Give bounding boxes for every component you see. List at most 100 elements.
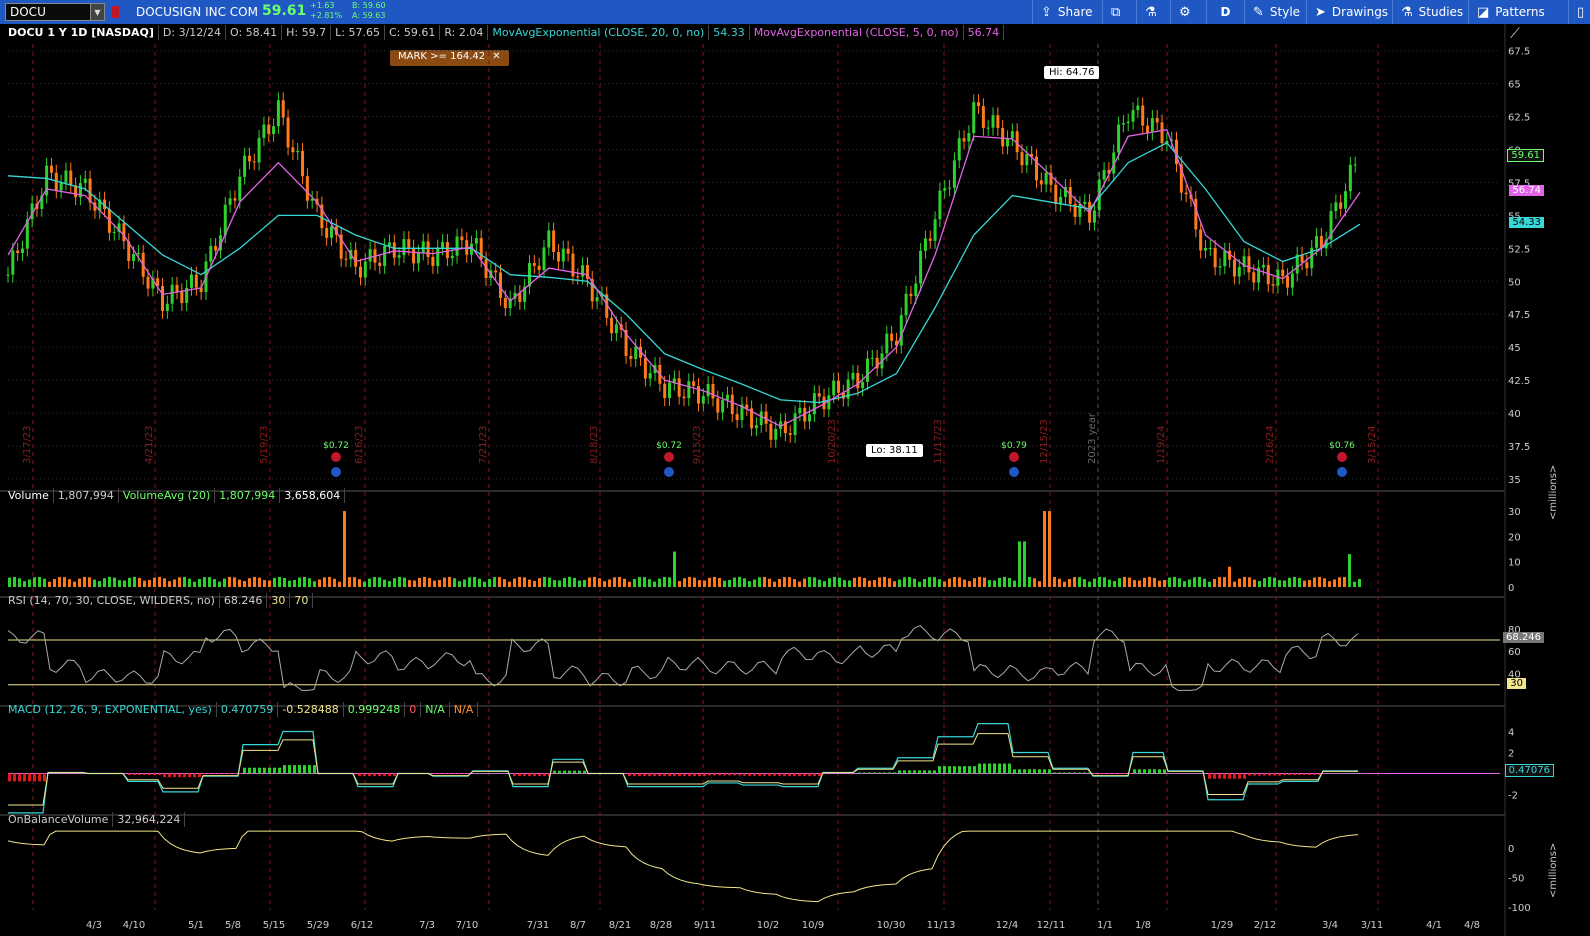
volume-bar	[423, 576, 426, 587]
volume-bar	[1123, 576, 1126, 587]
snapshot-button[interactable]: ⧉	[1102, 0, 1128, 24]
obv-label[interactable]: OnBalanceVolume	[4, 811, 114, 827]
macd-histogram-bar	[273, 767, 276, 774]
price-candle	[20, 248, 24, 253]
volume-bar	[1178, 578, 1181, 587]
share-button[interactable]: ⇪ Share	[1032, 0, 1101, 24]
macd-histogram-bar	[1123, 773, 1126, 775]
macd-histogram-bar	[973, 766, 976, 774]
macd-histogram-bar	[18, 773, 21, 782]
macd-histogram-bar	[1218, 773, 1221, 779]
volume-bar	[978, 576, 981, 587]
price-candle	[1121, 123, 1125, 125]
volume-bar	[313, 581, 316, 587]
macd-histogram-bar	[673, 773, 676, 777]
price-candle	[788, 433, 792, 435]
symbol-text[interactable]: DOCU	[6, 5, 90, 19]
volume-label[interactable]: Volume	[4, 487, 54, 503]
settings-button[interactable]: ⚙	[1170, 0, 1199, 24]
volume-bar	[1293, 576, 1296, 587]
macd-histogram-bar	[168, 773, 171, 778]
macd-histogram-bar	[1358, 772, 1361, 774]
price-candle	[730, 394, 734, 415]
macd-histogram-bar	[583, 770, 586, 774]
volume-bar	[1068, 579, 1071, 587]
volume-bar	[698, 580, 701, 587]
volume-bar	[928, 577, 931, 587]
volume-bar	[1338, 577, 1341, 587]
price-candle	[996, 115, 1000, 128]
patterns-button[interactable]: ◪ Patterns	[1468, 0, 1553, 24]
volume-bar	[293, 580, 296, 587]
macd-histogram-bar	[1223, 773, 1226, 779]
chevron-down-icon[interactable]: ▼	[90, 4, 104, 20]
drawings-button[interactable]: ➤ Drawings	[1306, 0, 1396, 24]
price-candle	[426, 241, 430, 257]
obv-unit-label: <millions>	[1548, 842, 1559, 898]
x-axis-label: 12/4	[996, 920, 1018, 931]
macd-histogram-bar	[133, 773, 136, 776]
volume-bar	[1058, 578, 1061, 587]
price-candle	[1001, 127, 1005, 147]
price-candle	[16, 250, 20, 253]
chart-canvas[interactable]: 67.56562.56057.55552.55047.54542.54037.5…	[0, 24, 1590, 936]
macd-histogram-bar	[773, 773, 776, 776]
volume-bar	[1043, 511, 1046, 587]
macd-histogram-bar	[198, 773, 201, 778]
aggregation-button[interactable]: D	[1206, 0, 1244, 24]
price-candle	[1184, 192, 1188, 195]
price-candle	[769, 423, 773, 440]
macd-histogram-bar	[558, 770, 561, 774]
volume-bar	[88, 577, 91, 587]
price-candle	[774, 428, 778, 440]
macd-histogram-bar	[298, 765, 301, 774]
volume-bar	[743, 578, 746, 587]
macd-histogram-bar	[563, 770, 566, 774]
flask-button[interactable]: ⚗	[1136, 0, 1165, 24]
drawing-tool-icon[interactable]: ⟋	[1510, 26, 1520, 42]
date-marker-label: 1/19/24	[1156, 425, 1167, 464]
macd-histogram-bar	[1288, 773, 1291, 776]
volume-bar	[413, 580, 416, 587]
earnings-label: $0.72	[656, 441, 682, 451]
volume-bar	[1008, 577, 1011, 587]
rsi-label[interactable]: RSI (14, 70, 30, CLOSE, WILDERS, no)	[4, 592, 220, 608]
macd-histogram-bar	[1083, 772, 1086, 774]
volume-bar	[768, 578, 771, 587]
price-candle	[1126, 121, 1130, 124]
macd-histogram-bar	[203, 773, 206, 775]
studies-button[interactable]: ⚗ Studies	[1392, 0, 1471, 24]
volume-bar	[1198, 577, 1201, 587]
price-candle	[1194, 198, 1198, 230]
volume-bar	[758, 577, 761, 587]
price-candle	[904, 293, 908, 316]
price-candle	[1252, 272, 1256, 283]
macd-histogram-bar	[878, 772, 881, 774]
volume-bar	[163, 578, 166, 587]
price-candle	[851, 372, 855, 380]
price-candle	[1039, 180, 1043, 185]
price-candle	[1223, 250, 1227, 267]
macd-histogram-bar	[143, 773, 146, 776]
volume-bar	[253, 576, 256, 587]
volume-bar	[463, 579, 466, 587]
more-button[interactable]: ▯	[1568, 0, 1590, 24]
price-candle	[445, 242, 449, 259]
macd-histogram-bar	[528, 773, 531, 777]
volume-avg-label[interactable]: VolumeAvg (20)	[119, 487, 216, 503]
macd-histogram-bar	[1353, 772, 1356, 774]
flag-icon[interactable]	[112, 6, 119, 18]
volume-bar	[383, 579, 386, 587]
volume-bar	[1308, 579, 1311, 587]
volume-bar	[218, 581, 221, 587]
price-candle	[247, 155, 251, 162]
volume-bar	[393, 578, 396, 587]
macd-histogram-bar	[1198, 772, 1201, 774]
macd-label[interactable]: MACD (12, 26, 9, EXPONENTIAL, yes)	[4, 701, 217, 717]
x-axis-label: 3/11	[1361, 920, 1383, 931]
macd-histogram-bar	[1143, 769, 1146, 774]
volume-bar	[323, 577, 326, 587]
symbol-input[interactable]: DOCU ▼	[5, 3, 105, 21]
style-button[interactable]: ✎ Style	[1244, 0, 1308, 24]
volume-bar	[763, 577, 766, 587]
